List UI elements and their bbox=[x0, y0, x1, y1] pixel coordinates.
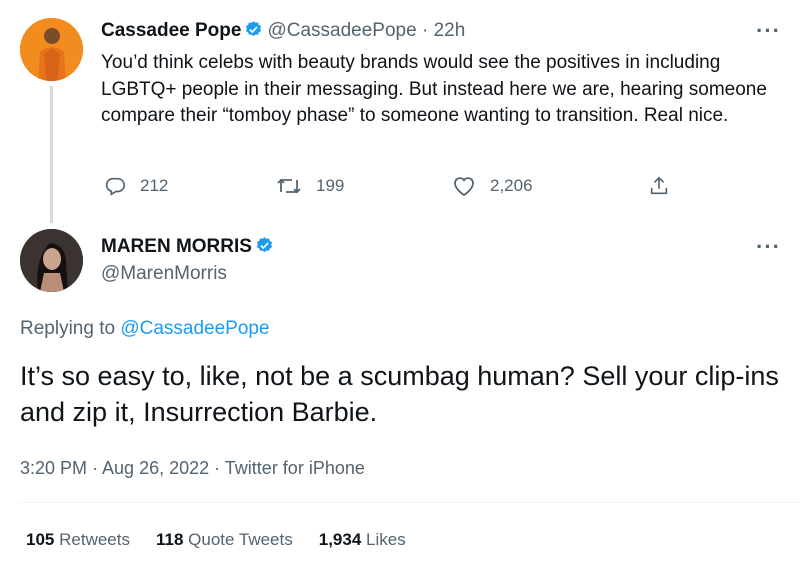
tweet1-handle[interactable]: @CassadeePope bbox=[267, 20, 416, 41]
tweet2-meta[interactable]: 3:20 PM · Aug 26, 2022 · Twitter for iPh… bbox=[20, 458, 365, 479]
tweet1-like-count: 2,206 bbox=[490, 176, 533, 195]
retweets-count: 105 bbox=[26, 530, 55, 549]
tweet1-share-button[interactable] bbox=[648, 174, 684, 198]
retweets-stat[interactable]: 105 Retweets bbox=[26, 530, 130, 550]
thread-line bbox=[50, 86, 53, 223]
quote-tweets-stat[interactable]: 118 Quote Tweets bbox=[156, 530, 293, 550]
share-icon bbox=[650, 176, 668, 195]
tweet2-text: It’s so easy to, like, not be a scumbag … bbox=[20, 361, 779, 427]
replying-to-link[interactable]: @CassadeePope bbox=[120, 318, 269, 339]
verified-badge-icon bbox=[255, 236, 274, 255]
heart-icon bbox=[454, 177, 474, 197]
tweet2-more-icon[interactable]: ··· bbox=[756, 234, 781, 260]
tweet1-retweet-button[interactable]: 199 bbox=[276, 174, 344, 198]
tweet1-retweet-count: 199 bbox=[316, 176, 345, 195]
retweets-label: Retweets bbox=[59, 530, 130, 549]
tweet1-time[interactable]: · 22h bbox=[422, 20, 465, 41]
tweet2-name-row: MAREN MORRIS bbox=[101, 236, 278, 258]
tweet1-more-icon[interactable]: ··· bbox=[756, 18, 781, 44]
tweet1-text: You’d think celebs with beauty brands wo… bbox=[101, 52, 767, 126]
quote-tweets-label: Quote Tweets bbox=[188, 530, 293, 549]
avatar-maren-morris[interactable] bbox=[20, 229, 83, 292]
avatar-cassadee-pope[interactable] bbox=[20, 18, 83, 81]
replying-to: Replying to @CassadeePope bbox=[20, 318, 270, 340]
verified-badge-icon bbox=[244, 20, 263, 39]
tweet1-author-name[interactable]: Cassadee Pope bbox=[101, 20, 241, 41]
likes-stat[interactable]: 1,934 Likes bbox=[319, 530, 406, 550]
replying-to-label: Replying to bbox=[20, 318, 116, 339]
tweet2-author-name[interactable]: MAREN MORRIS bbox=[101, 236, 252, 257]
reply-icon bbox=[105, 177, 125, 196]
tweet2-handle[interactable]: @MarenMorris bbox=[101, 263, 227, 285]
engagement-stats: 105 Retweets 118 Quote Tweets 1,934 Like… bbox=[26, 530, 406, 550]
quote-tweets-count: 118 bbox=[155, 530, 184, 549]
tweet1-reply-count: 212 bbox=[140, 176, 169, 195]
likes-label: Likes bbox=[366, 530, 406, 549]
divider bbox=[20, 502, 800, 503]
likes-count: 1,934 bbox=[318, 530, 362, 549]
retweet-icon bbox=[277, 178, 301, 194]
tweet1-like-button[interactable]: 2,206 bbox=[452, 174, 533, 198]
tweet1-reply-button[interactable]: 212 bbox=[104, 174, 168, 198]
tweet1-header: Cassadee Pope @CassadeePope · 22h bbox=[101, 20, 465, 42]
